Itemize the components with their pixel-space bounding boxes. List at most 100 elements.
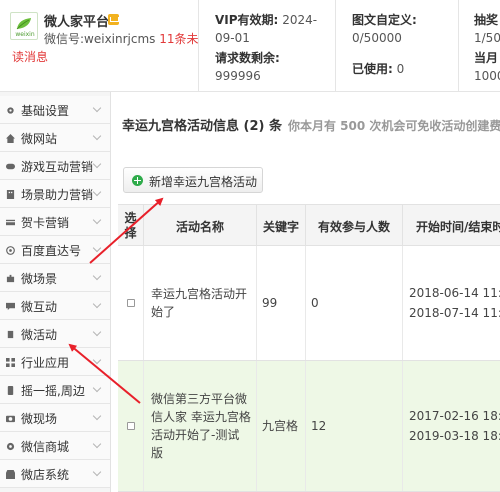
quota-notice: 你本月有 500 次机会可免收活动创建费，已 bbox=[287, 119, 500, 133]
column-header-label: 开始时间/结束时 bbox=[416, 220, 500, 234]
sidebar-item-label: 行业应用 bbox=[21, 356, 70, 370]
sidebar-item-micro-interaction[interactable]: 微互动 bbox=[0, 292, 110, 320]
sidebar-item-label: 微场景 bbox=[21, 272, 58, 286]
leaf-icon bbox=[16, 18, 31, 30]
name-cell: 微信第三方平台微信人家 幸运九宫格活动开始了-测试版 bbox=[144, 361, 257, 491]
sidebar-item-label: 摇一摇,周边 bbox=[21, 384, 85, 398]
requests-remaining: 请求数剩余: 999996 bbox=[215, 49, 335, 85]
sidebar-item-greeting-card[interactable]: 贺卡营销 bbox=[0, 208, 110, 236]
building-icon bbox=[6, 190, 15, 199]
plus-circle-icon bbox=[132, 175, 143, 186]
brand-logo[interactable]: weixin bbox=[10, 12, 38, 40]
sidebar-item-label: 微网站 bbox=[21, 132, 58, 146]
column-header-select: 选择 bbox=[118, 205, 144, 247]
end-time: 2018-07-14 11:16 bbox=[409, 306, 500, 320]
gamepad-icon bbox=[6, 163, 15, 170]
sidebar-item-label: 微互动 bbox=[21, 300, 58, 314]
sidebar-item-baidu[interactable]: 百度直达号 bbox=[0, 236, 110, 264]
vip-value-2: 09-01 bbox=[215, 31, 250, 45]
sidebar-item-industry-apps[interactable]: 行业应用 bbox=[0, 348, 110, 376]
sidebar-item-scene-marketing[interactable]: 场景助力营销 bbox=[0, 180, 110, 208]
sidebar-item-micro-live[interactable]: 微现场 bbox=[0, 404, 110, 432]
add-activity-button[interactable]: 新增幸运九宫格活动 bbox=[123, 167, 263, 193]
participant-count: 0 bbox=[311, 296, 319, 310]
sidebar-item-game-marketing[interactable]: 游戏互动营销 bbox=[0, 152, 110, 180]
sidebar-item-micro-site[interactable]: 微网站 bbox=[0, 124, 110, 152]
chevron-down-icon bbox=[92, 215, 102, 225]
column-header-keyword: 关键字 bbox=[257, 205, 306, 247]
chevron-down-icon bbox=[92, 467, 102, 477]
row-checkbox[interactable] bbox=[127, 299, 135, 307]
activity-keyword: 99 bbox=[262, 296, 278, 310]
sidebar-item-label: 百度直达号 bbox=[21, 244, 82, 258]
logo-text: weixin bbox=[15, 31, 35, 38]
wechat-id: 微信号:weixinrjcms 11条未 bbox=[44, 30, 199, 47]
time-cell: 2017-02-16 18:24 2019-03-18 18:24 bbox=[403, 361, 500, 491]
sidebar-item-micro-store[interactable]: 微店系统 bbox=[0, 460, 110, 488]
used-label: 已使用: bbox=[352, 62, 393, 76]
shake-icon bbox=[7, 386, 14, 395]
month-label: 当月 bbox=[474, 51, 499, 65]
count-cell: 0 bbox=[306, 246, 403, 360]
name-cell: 幸运九宫格活动开始了 bbox=[144, 246, 257, 360]
select-cell bbox=[118, 361, 144, 491]
chevron-down-icon bbox=[92, 439, 102, 449]
sidebar-item-label: 微活动 bbox=[21, 328, 58, 342]
chevron-down-icon bbox=[92, 159, 102, 169]
count-cell: 12 bbox=[306, 361, 403, 491]
unread-messages-link-tail[interactable]: 读消息 bbox=[12, 48, 48, 65]
header-divider bbox=[458, 0, 459, 92]
used-count: 已使用: 0 bbox=[352, 60, 462, 78]
end-time: 2019-03-18 18:24 bbox=[409, 429, 500, 443]
sidebar-item-micro-activity[interactable]: 微活动 bbox=[0, 320, 110, 348]
participant-count: 12 bbox=[311, 419, 327, 433]
column-header-participants: 有效参与人数 bbox=[306, 205, 403, 247]
apps-icon bbox=[6, 358, 15, 367]
gear-icon bbox=[7, 107, 14, 114]
column-header-label: 选择 bbox=[124, 211, 137, 240]
table-row[interactable]: 幸运九宫格活动开始了 99 0 2018-06-14 11:16 2018-07-… bbox=[118, 246, 500, 361]
sidebar: 基础设置 微网站 游戏互动营销 场景助力营销 贺卡营销 百度直达号 微场景 微互… bbox=[0, 92, 111, 492]
header-divider bbox=[335, 0, 336, 92]
chevron-down-icon bbox=[92, 327, 102, 337]
sidebar-item-label: 微现场 bbox=[21, 412, 58, 426]
time-range: 2017-02-16 18:24 2019-03-18 18:24 bbox=[403, 406, 500, 446]
row-checkbox[interactable] bbox=[127, 422, 135, 430]
vip-value-1: 2024- bbox=[282, 13, 318, 27]
puzzle-icon bbox=[6, 274, 15, 283]
chevron-down-icon bbox=[92, 103, 102, 113]
table-row[interactable]: 微信第三方平台微信人家 幸运九宫格活动开始了-测试版 九宫格 12 2017-0… bbox=[118, 361, 500, 492]
page-title: 幸运九宫格活动信息 (2) 条你本月有 500 次机会可免收活动创建费，已 bbox=[122, 115, 500, 134]
sidebar-item-micro-scene[interactable]: 微场景 bbox=[0, 264, 110, 292]
chevron-down-icon bbox=[92, 187, 102, 197]
vip-crown-icon bbox=[108, 14, 119, 25]
header-divider bbox=[198, 0, 199, 92]
column-header-label: 关键字 bbox=[262, 220, 299, 234]
month-stat: 当月 1000 bbox=[474, 49, 500, 85]
custom-news: 图文自定义: 0/50000 bbox=[352, 11, 462, 47]
sidebar-item-wechat-mall[interactable]: 微信商城 bbox=[0, 432, 110, 460]
lottery-stat: 抽奖 1/50 bbox=[474, 11, 500, 47]
chevron-down-icon bbox=[92, 299, 102, 309]
unread-messages-link[interactable]: 11条未 bbox=[159, 32, 198, 46]
chevron-down-icon bbox=[92, 271, 102, 281]
store-icon bbox=[6, 470, 15, 479]
top-header: weixin 微人家平台 微信号:weixinrjcms 11条未 读消息 VI… bbox=[0, 0, 500, 92]
start-time: 2017-02-16 18:24 bbox=[409, 409, 500, 423]
sidebar-item-shake[interactable]: 摇一摇,周边 bbox=[0, 376, 110, 404]
activity-name: 幸运九宫格活动开始了 bbox=[151, 287, 248, 319]
baidu-icon bbox=[6, 246, 15, 255]
select-cell bbox=[118, 246, 144, 360]
brand-name: 微人家平台 bbox=[44, 15, 110, 30]
keyword-cell: 九宫格 bbox=[257, 361, 306, 491]
sidebar-item-basic-settings[interactable]: 基础设置 bbox=[0, 96, 110, 124]
keyword-cell: 99 bbox=[257, 246, 306, 360]
column-header-label: 有效参与人数 bbox=[317, 220, 390, 234]
chevron-down-icon bbox=[92, 411, 102, 421]
camera-icon bbox=[6, 415, 15, 423]
column-header-name: 活动名称 bbox=[144, 205, 257, 247]
time-range: 2018-06-14 11:16 2018-07-14 11:16 bbox=[403, 283, 500, 323]
main-content: 幸运九宫格活动信息 (2) 条你本月有 500 次机会可免收活动创建费，已 新增… bbox=[111, 92, 500, 492]
custom-value: 0/50000 bbox=[352, 31, 402, 45]
cube-icon bbox=[7, 330, 14, 339]
